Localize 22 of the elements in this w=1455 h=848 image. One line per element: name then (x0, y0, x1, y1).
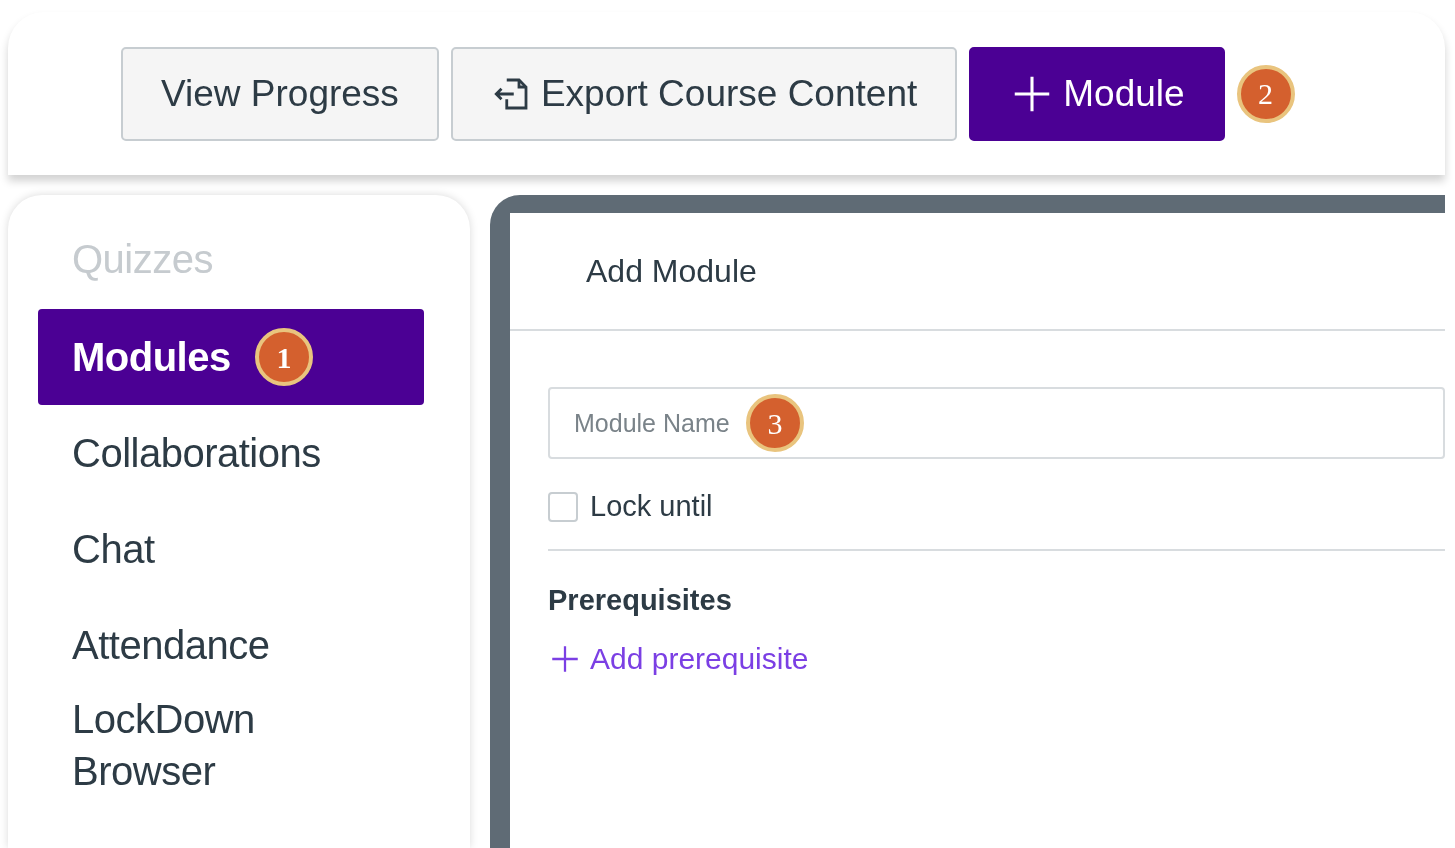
sidebar-item[interactable]: Modules 1 (38, 309, 424, 405)
add-module-button[interactable]: Module (969, 46, 1225, 141)
prerequisites-heading: Prerequisites (548, 582, 733, 618)
sidebar-item[interactable]: Collaborations (38, 405, 424, 501)
nav-label: Chat (72, 526, 155, 573)
nav-label: Modules (72, 334, 231, 381)
nav-label: Attendance (72, 622, 270, 669)
callout-number: 3 (746, 394, 804, 452)
lock-label: Lock until (590, 489, 713, 524)
nav-label: LockDown Browser (72, 696, 256, 795)
callout-number: 2 (1236, 64, 1295, 123)
export-button[interactable]: Export Course Content (450, 46, 958, 141)
dialog-title: Add Module (510, 213, 1445, 331)
add-prerequisite-link[interactable]: Add prerequisite (548, 636, 809, 681)
view-progress-button[interactable]: View Progress (121, 46, 439, 141)
sidebar-item[interactable]: LockDown Browser (38, 693, 424, 797)
nav-label: Quizzes (72, 236, 213, 283)
sidebar-item[interactable]: Chat (38, 501, 424, 597)
nav-label: Collaborations (72, 430, 321, 477)
sidebar-item[interactable]: Attendance (38, 597, 424, 693)
lock-checkbox[interactable] (548, 491, 578, 522)
callout-number: 1 (254, 328, 313, 386)
